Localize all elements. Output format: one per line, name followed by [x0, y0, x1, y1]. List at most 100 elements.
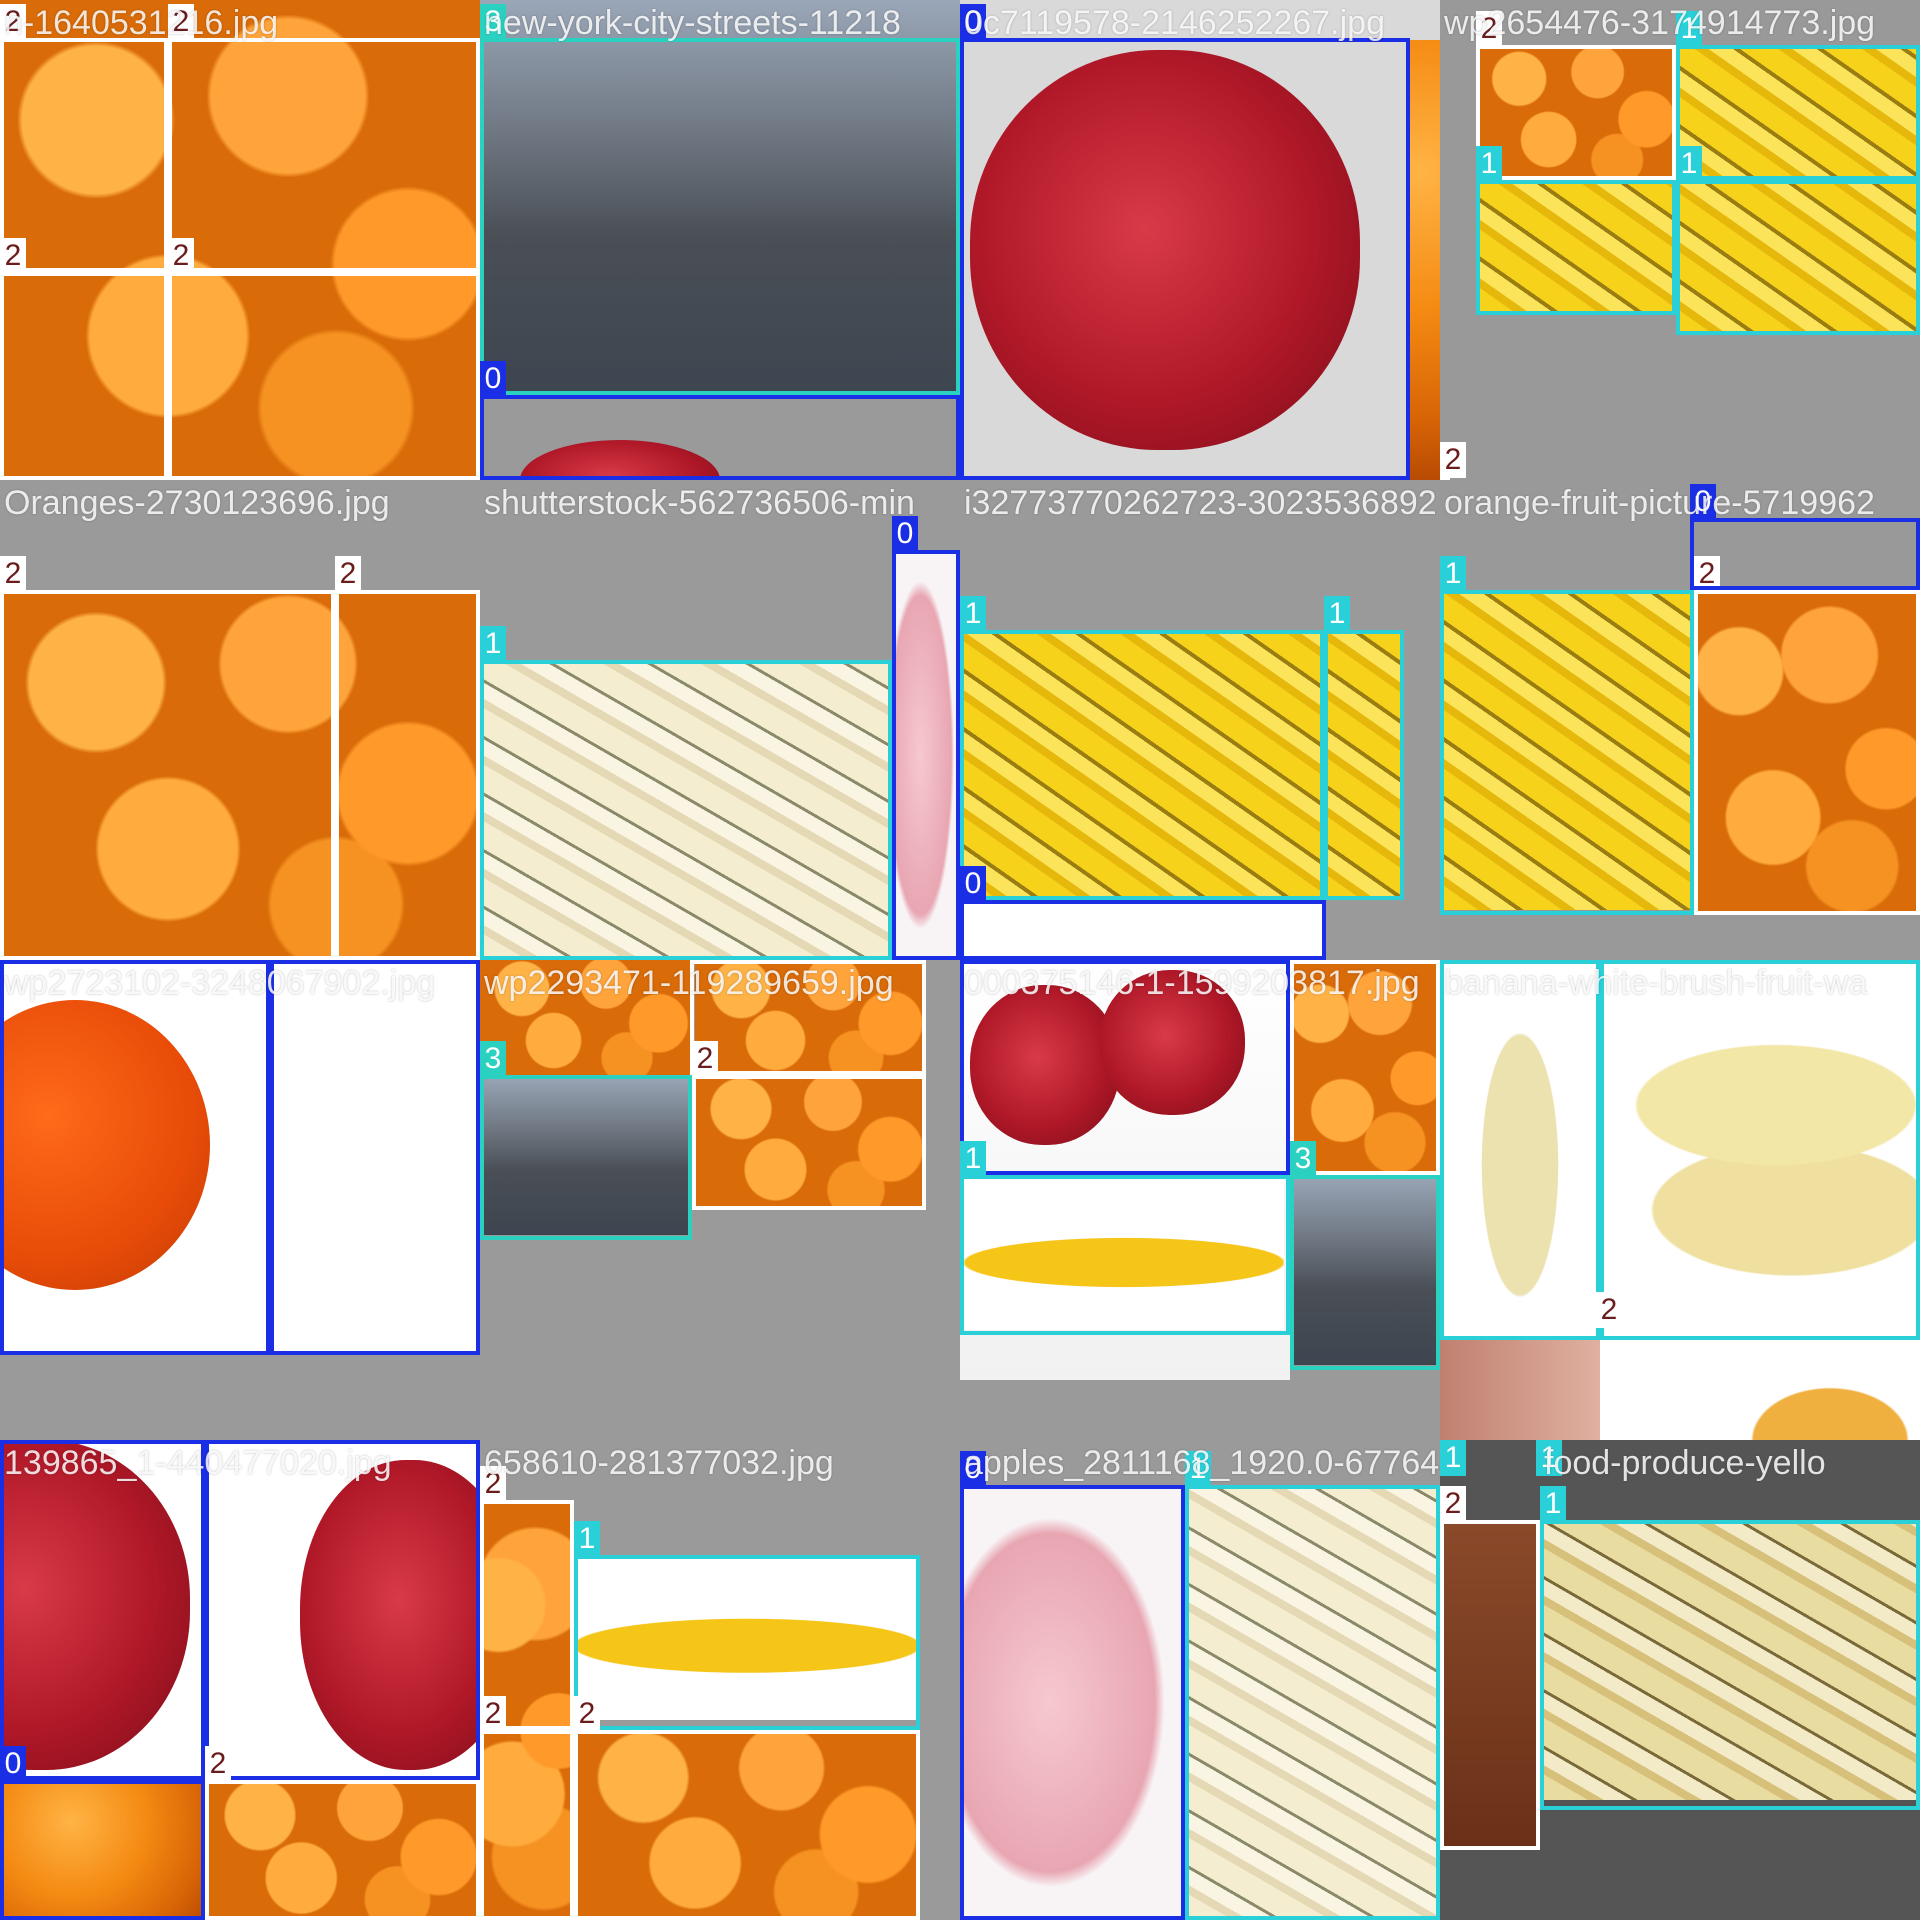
bbox-orange: 2 — [205, 1746, 480, 1920]
label-tag: 2 — [690, 960, 716, 962]
mosaic-tile-13: 0 0 0 2 139865_1-440477020.jpg — [0, 1440, 480, 1920]
bbox-street: 3 — [1290, 1141, 1440, 1370]
bbox-banana: 1 — [1440, 556, 1694, 915]
bbox-orange: 2 — [574, 1696, 920, 1920]
bbox-banana: 1 — [1600, 960, 1920, 1340]
label-tag: 3 — [1290, 1141, 1316, 1177]
image-filename: wp2293471-119289659.jpg — [484, 964, 894, 1002]
bbox-banana: 1 — [1676, 146, 1920, 335]
mosaic-tile-15: 0 1 apples_2811168_1920.0-6776430.jpg — [960, 1440, 1440, 1920]
image-filename: 658610-281377032.jpg — [484, 1444, 834, 1482]
bbox-orange: 2 — [0, 556, 335, 960]
label-tag: 0 — [0, 1440, 26, 1442]
bbox-apple: 0 — [892, 516, 960, 960]
label-tag: 1 — [1440, 1440, 1466, 1476]
bbox-banana: 1 — [1540, 1486, 1920, 1810]
label-tag: 2 — [480, 1696, 506, 1732]
mosaic-tile-3: 0 0c7119578-2146252267.jpg — [960, 0, 1440, 480]
mosaic-tile-14: 2 1 2 2 658610-281377032.jpg — [480, 1440, 960, 1920]
bbox-orange: 2 — [1476, 11, 1676, 180]
label-tag: 1 — [574, 1521, 600, 1557]
mosaic-tile-6: 1 0 shutterstock-562736506-min — [480, 480, 960, 960]
bbox-apple: 0 — [205, 1440, 480, 1780]
bbox-orange: 0 — [0, 960, 270, 1355]
bbox-apple: 0 — [960, 1451, 1185, 1920]
apple-image — [1440, 1340, 1600, 1440]
bbox-orange: 2 — [692, 1041, 926, 1210]
bbox-orange: 2 — [0, 4, 168, 272]
label-tag: 0 — [960, 866, 986, 902]
bbox-banana: 1 — [574, 1521, 920, 1730]
label-tag: 2 — [205, 1746, 231, 1782]
bbox-banana: 1 — [1185, 1451, 1440, 1920]
image-filename: n-1640531216.jpg — [4, 4, 279, 42]
bbox-banana: 1 — [960, 1141, 1290, 1335]
bbox-orange: 2 — [1694, 556, 1920, 915]
bbox-orange: 2 — [335, 556, 480, 960]
bbox-apple: 0 — [1690, 484, 1920, 590]
image-filename: 139865_1-440477020.jpg — [4, 1444, 392, 1482]
label-tag: 1 — [480, 626, 506, 662]
label-tag: 2 — [692, 1041, 718, 1077]
bbox-orange: 2 — [0, 238, 168, 480]
image-filename: 000375146-1-1599203817.jpg — [964, 964, 1420, 1002]
image-filename: i32773770262723-3023536892.jpg — [964, 484, 1440, 522]
label-tag: 2 — [574, 1696, 600, 1732]
label-tag: 2 — [0, 238, 26, 274]
label-tag: 1 — [960, 1141, 986, 1177]
image-filename: orange-fruit-picture-5719962 — [1444, 484, 1875, 522]
bbox-apple: 0 — [480, 361, 960, 480]
orange-image — [1410, 40, 1440, 480]
image-filename: apples_2811168_1920.0-6776430.jpg — [964, 1444, 1440, 1482]
label-tag: 1 — [1676, 146, 1702, 182]
label-tag: 1 — [1440, 960, 1466, 962]
bbox-apple: 0 — [960, 866, 1326, 960]
label-tag: 2 — [335, 556, 361, 592]
image-filename: wp2723102-3248067902.jpg — [4, 964, 436, 1002]
bbox-orange: 2 — [480, 1696, 574, 1920]
label-tag: 0 — [270, 960, 296, 962]
mosaic-tile-4: 2 1 1 1 2 wp2654476-3174914773.jpg — [1440, 0, 1920, 480]
bbox-banana: 1 — [1476, 146, 1676, 315]
mosaic-tile-1: 2 2 2 2 n-1640531216.jpg — [0, 0, 480, 480]
label-tag: 1 — [1324, 596, 1350, 632]
image-filename: food-produce-yello — [1544, 1444, 1826, 1482]
bbox-banana: 1 — [1676, 11, 1920, 180]
label-tag: 0 — [960, 960, 986, 962]
mosaic-tile-5: 2 2 Oranges-2730123696.jpg — [0, 480, 480, 960]
bbox-street: 3 — [480, 4, 960, 395]
label-tag: 2 — [0, 556, 26, 592]
label-tag: 2 — [168, 238, 194, 274]
label-tag: 1 — [1540, 1486, 1566, 1522]
label-tag: 1 — [1440, 556, 1466, 592]
bbox-banana: 1 — [1324, 596, 1404, 900]
mosaic-tile-10: 2 2 3 wp2293471-119289659.jpg — [480, 960, 960, 1440]
bbox-apple: 0 — [960, 4, 1410, 480]
image-filename: new-york-city-streets-11218 — [484, 4, 901, 42]
image-filename: shutterstock-562736506-min — [484, 484, 915, 522]
bbox-banana: 1 — [480, 626, 892, 960]
label-tag: 0 — [480, 361, 506, 397]
bbox-apple: 0 — [0, 1440, 205, 1780]
bbox-orange: 2 — [1440, 442, 1466, 480]
mosaic-tile-11: 0 1 2 3 000375146-1-1599203817.jpg — [960, 960, 1440, 1440]
label-tag: 1 — [1476, 146, 1502, 182]
mosaic-tile-2: 3 0 new-york-city-streets-11218 — [480, 0, 960, 480]
bbox-banana: 1 — [960, 596, 1324, 900]
label-tag: 1 — [960, 596, 986, 632]
mosaic-tile-12: 1 1 2 banana-white-brush-fruit-wa — [1440, 960, 1920, 1440]
label-tag: 0 — [0, 1746, 26, 1782]
bbox-orange: 2 — [168, 4, 480, 272]
label-tag: 3 — [480, 1041, 506, 1077]
bbox-street: 3 — [480, 1041, 692, 1240]
label-tag: 0 — [205, 1440, 231, 1442]
label-tag: 2 — [1596, 1292, 1622, 1328]
image-filename: banana-white-brush-fruit-wa — [1444, 964, 1868, 1002]
label-tag: 2 — [1440, 1486, 1466, 1522]
label-tag: 0 — [0, 960, 26, 962]
mosaic-tile-7: 1 1 0 i32773770262723-3023536892.jpg — [960, 480, 1440, 960]
bbox-banana: 1 — [1440, 960, 1600, 1340]
mosaic-tile-8: 1 2 0 orange-fruit-picture-5719962 — [1440, 480, 1920, 960]
label-tag: 2 — [1440, 442, 1466, 478]
mosaic-tile-9: 0 0 wp2723102-3248067902.jpg — [0, 960, 480, 1440]
